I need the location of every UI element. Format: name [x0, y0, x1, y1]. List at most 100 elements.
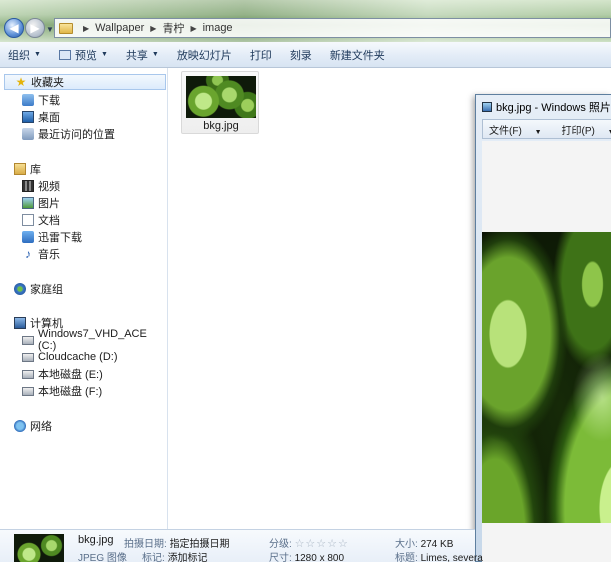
photo-viewer-icon	[482, 102, 492, 112]
breadcrumb-separator-icon[interactable]: ▶	[150, 24, 156, 33]
details-pane: bkg.jpg JPEG 图像 拍摄日期: 指定拍摄日期 标记: 添加标记 分级…	[0, 529, 483, 562]
details-rating: 分级: ☆☆☆☆☆	[269, 535, 349, 550]
file-thumbnail	[186, 76, 256, 118]
desktop-icon	[22, 111, 34, 123]
nav-homegroup-label: 家庭组	[30, 284, 63, 296]
nav-videos[interactable]: 视频	[22, 178, 60, 194]
details-thumbnail	[14, 534, 64, 562]
chevron-down-icon: ▼	[608, 129, 611, 136]
nav-drive-e-label: 本地磁盘 (E:)	[38, 369, 103, 381]
drive-icon	[22, 335, 34, 345]
navigation-pane: ★ 收藏夹 下载 桌面 最近访问的位置 库 视频 图片 文档 迅雷下载 ♪ 音乐 家…	[0, 68, 168, 529]
nav-drive-f[interactable]: 本地磁盘 (F:)	[22, 383, 102, 399]
breadcrumb-qingning[interactable]: 青柠	[162, 20, 184, 36]
downloads-icon	[22, 94, 34, 106]
nav-desktop-label: 桌面	[38, 112, 60, 124]
nav-drive-c[interactable]: Windows7_VHD_ACE (C:)	[22, 328, 167, 352]
nav-downloads-label: 下载	[38, 95, 60, 107]
nav-pictures[interactable]: 图片	[22, 195, 60, 211]
details-tags: 标记: 添加标记	[142, 549, 208, 562]
viewer-photo	[482, 232, 611, 523]
details-size: 大小: 274 KB	[395, 535, 453, 550]
xunlei-download-icon	[22, 231, 34, 243]
library-icon	[14, 163, 26, 175]
nav-recent[interactable]: 最近访问的位置	[22, 126, 115, 142]
back-arrow-icon: ◀	[9, 21, 19, 35]
details-date-taken: 拍摄日期: 指定拍摄日期	[124, 535, 230, 550]
preview-button[interactable]: 预览 ▼	[58, 47, 108, 63]
details-dimensions: 尺寸: 1280 x 800	[269, 549, 344, 562]
nav-music-label: 音乐	[38, 249, 60, 261]
details-tags-label: 标记:	[142, 553, 165, 562]
breadcrumb-separator-icon[interactable]: ▶	[190, 24, 196, 33]
nav-videos-label: 视频	[38, 181, 60, 193]
chevron-down-icon: ▼	[151, 51, 159, 58]
details-title: 标题: Limes, severa	[395, 549, 483, 562]
slideshow-button[interactable]: 放映幻灯片	[177, 47, 232, 63]
organize-button[interactable]: 组织 ▼	[8, 47, 41, 63]
breadcrumb-separator-icon[interactable]: ▶	[83, 24, 89, 33]
nav-libraries-label: 库	[30, 164, 41, 176]
nav-drive-e[interactable]: 本地磁盘 (E:)	[22, 366, 103, 382]
nav-favorites-label: 收藏夹	[31, 77, 64, 89]
folder-icon	[59, 22, 73, 34]
drive-icon	[22, 352, 34, 362]
viewer-menu-file-label: 文件(F)	[489, 125, 522, 137]
details-dimensions-value: 1280 x 800	[294, 553, 345, 562]
window-header: ◀ ▶ ▼ ▶ Wallpaper ▶ 青柠 ▶ image	[0, 0, 611, 42]
nav-network[interactable]: 网络	[14, 418, 52, 434]
details-title-value[interactable]: Limes, severa	[421, 553, 483, 562]
viewer-title: bkg.jpg - Windows 照片查看	[496, 102, 611, 114]
file-item-bkg[interactable]: bkg.jpg	[181, 71, 259, 134]
print-button[interactable]: 打印	[250, 47, 272, 63]
organize-label: 组织	[8, 49, 30, 62]
viewer-menu-print[interactable]: 打印(P) ▼	[562, 122, 611, 137]
viewer-menu-file[interactable]: 文件(F) ▼	[489, 122, 552, 137]
chevron-down-icon: ▼	[534, 128, 542, 136]
video-icon	[22, 180, 34, 192]
nav-favorites[interactable]: ★ 收藏夹	[4, 74, 166, 90]
breadcrumb-wallpaper[interactable]: Wallpaper	[95, 22, 144, 34]
forward-button[interactable]: ▶	[25, 18, 45, 38]
drive-icon	[22, 369, 34, 379]
computer-icon	[14, 317, 26, 329]
recent-pages-dropdown[interactable]: ▼	[46, 25, 54, 34]
nav-recent-label: 最近访问的位置	[38, 129, 115, 141]
new-folder-button[interactable]: 新建文件夹	[330, 47, 385, 63]
viewer-title-bar[interactable]: bkg.jpg - Windows 照片查看	[482, 99, 611, 115]
preview-icon	[58, 49, 71, 60]
nav-documents[interactable]: 文档	[22, 212, 60, 228]
drive-icon	[22, 386, 34, 396]
nav-documents-label: 文档	[38, 215, 60, 227]
chevron-down-icon: ▼	[34, 51, 41, 58]
nav-downloads[interactable]: 下载	[22, 92, 60, 108]
nav-xunlei[interactable]: 迅雷下载	[22, 229, 82, 245]
details-file-name: bkg.jpg	[78, 534, 114, 546]
nav-network-label: 网络	[30, 421, 52, 433]
address-bar[interactable]: ▶ Wallpaper ▶ 青柠 ▶ image	[54, 18, 611, 38]
file-item-label: bkg.jpg	[203, 120, 239, 132]
back-button[interactable]: ◀	[4, 18, 24, 38]
nav-libraries[interactable]: 库	[14, 161, 41, 177]
details-title-label: 标题:	[395, 553, 418, 562]
nav-pictures-label: 图片	[38, 198, 60, 210]
nav-music[interactable]: ♪ 音乐	[22, 246, 60, 262]
nav-desktop[interactable]: 桌面	[22, 109, 60, 125]
nav-drive-d[interactable]: Cloudcache (D:)	[22, 349, 117, 365]
details-dimensions-label: 尺寸:	[269, 553, 292, 562]
share-button[interactable]: 共享 ▼	[126, 47, 159, 63]
nav-homegroup[interactable]: 家庭组	[14, 281, 63, 297]
viewer-menu-print-label: 打印(P)	[561, 125, 595, 137]
network-icon	[14, 420, 26, 432]
pictures-icon	[22, 197, 34, 209]
chevron-down-icon: ▼	[100, 51, 108, 58]
details-tags-value[interactable]: 添加标记	[168, 553, 208, 562]
burn-button[interactable]: 刻录	[290, 47, 312, 63]
document-icon	[22, 214, 34, 226]
breadcrumb-image[interactable]: image	[203, 22, 233, 34]
photo-viewer-window[interactable]: bkg.jpg - Windows 照片查看 文件(F) ▼ 打印(P) ▼ 电…	[475, 94, 611, 562]
nav-xunlei-label: 迅雷下载	[38, 232, 82, 244]
nav-drive-f-label: 本地磁盘 (F:)	[38, 386, 103, 398]
share-label: 共享	[125, 49, 148, 62]
viewer-menu-bar: 文件(F) ▼ 打印(P) ▼ 电子	[482, 119, 611, 139]
